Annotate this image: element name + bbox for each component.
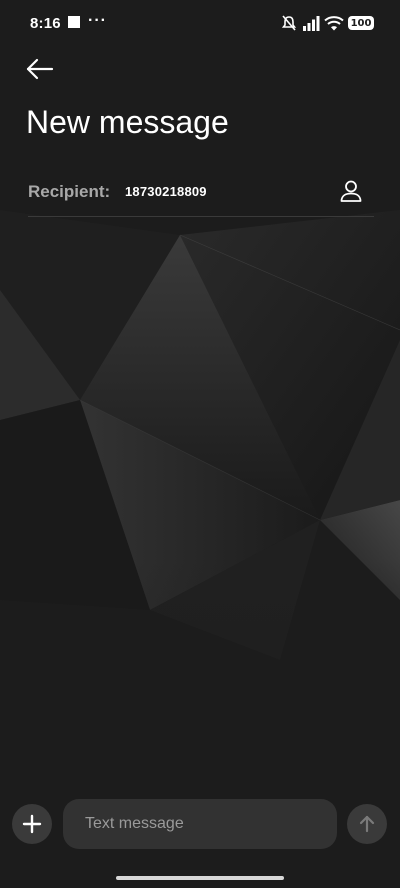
image-notification-icon [68,16,80,28]
status-icons: 100 [280,13,374,33]
status-time: 8:16 [30,15,61,32]
back-button[interactable] [24,54,56,84]
recipient-field[interactable]: Recipient: 18730218809 [28,172,374,217]
send-button[interactable] [347,804,387,844]
recipient-value[interactable]: 18730218809 [125,184,207,199]
add-attachment-button[interactable] [12,804,52,844]
page-title: New message [26,104,229,140]
wifi-icon [324,16,344,31]
battery-icon: 100 [348,16,374,30]
arrow-left-icon [26,58,54,80]
mute-vibrate-icon [281,15,297,31]
message-composer [0,796,400,852]
message-field[interactable] [63,799,337,849]
signal-icon [303,16,320,31]
home-indicator[interactable] [116,876,284,880]
status-bar: 8:16 ··· 100 [0,0,400,48]
message-input[interactable] [83,814,317,834]
more-notifications-indicator: ··· [88,12,107,29]
recipient-label: Recipient: [28,182,111,201]
contact-picker-button[interactable] [338,178,364,204]
person-icon [340,180,362,202]
arrow-up-icon [359,815,375,833]
plus-icon [22,814,42,834]
